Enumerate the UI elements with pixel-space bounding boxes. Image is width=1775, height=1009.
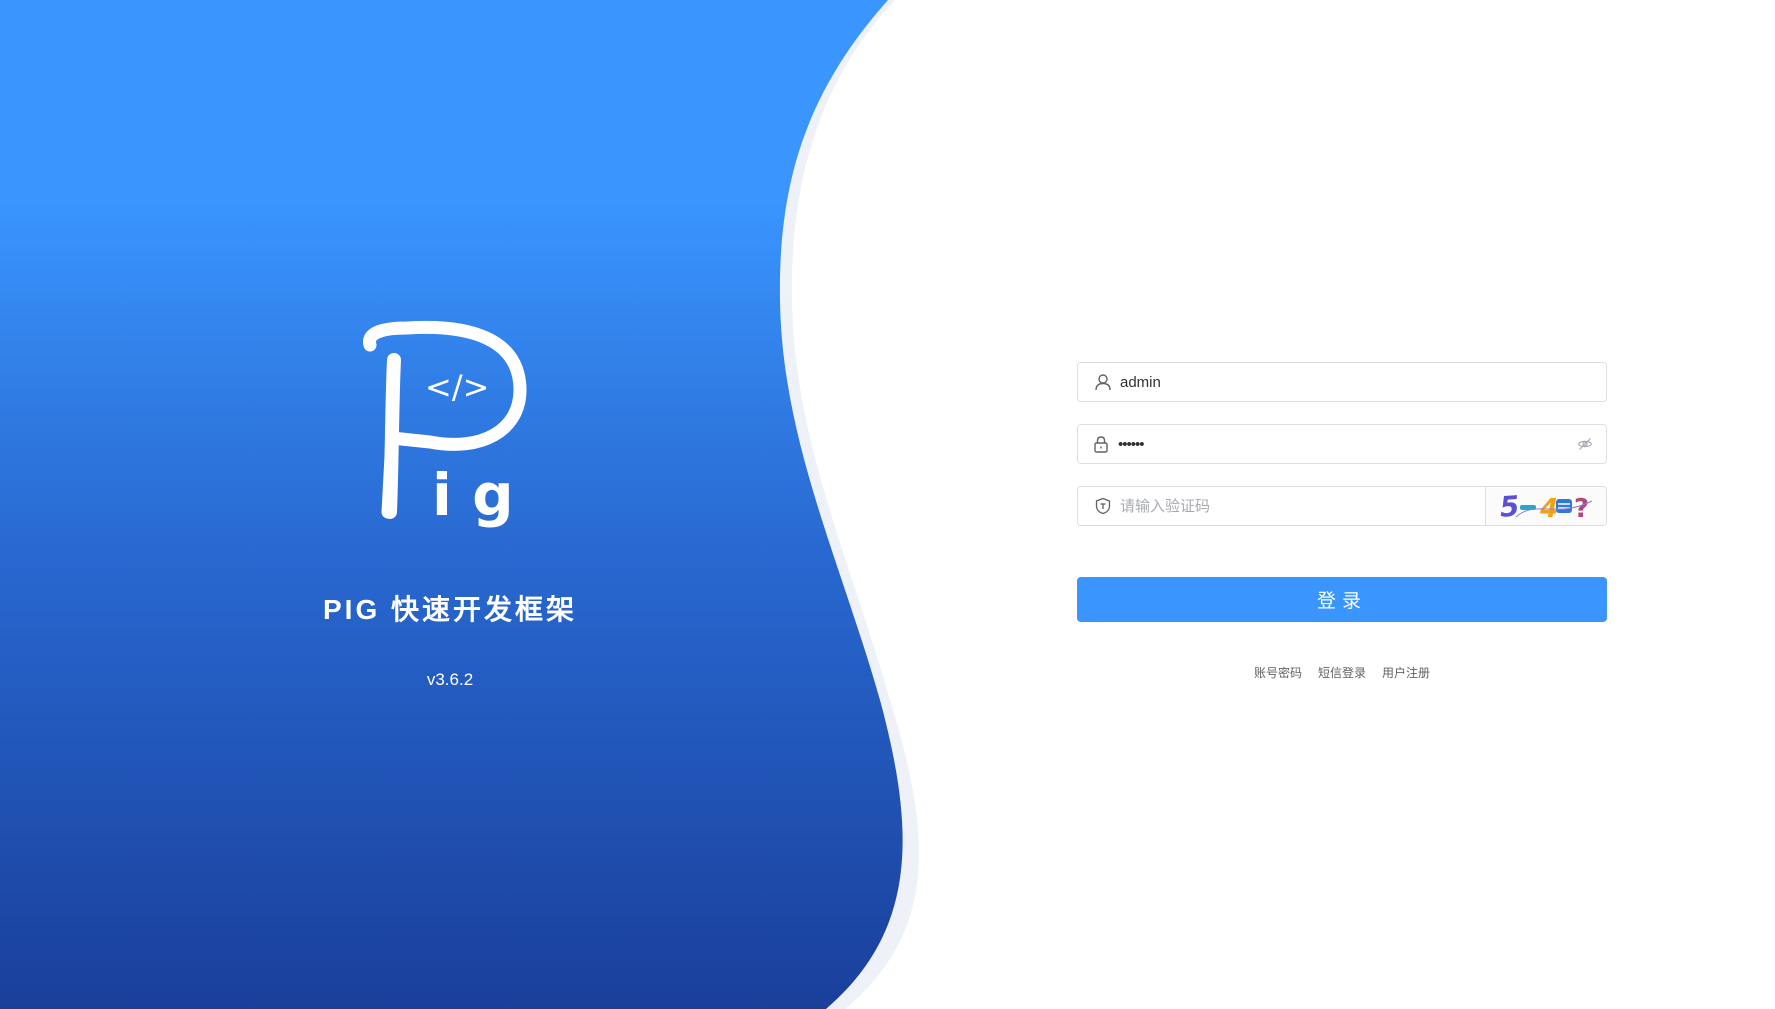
user-icon — [1094, 373, 1112, 391]
captcha-field[interactable] — [1077, 486, 1486, 526]
shield-icon — [1094, 497, 1112, 515]
password-field[interactable] — [1077, 424, 1607, 464]
login-page: </> i g PIG 快速开发框架 v3.6.2 admin •••••• 请… — [0, 0, 1775, 1009]
svg-text:i g: i g — [432, 461, 514, 529]
svg-text:5: 5 — [1499, 489, 1521, 523]
lock-icon — [1092, 435, 1110, 453]
login-type-links: 账号密码 短信登录 用户注册 — [1077, 664, 1607, 681]
captcha-row: 5 4 ? — [1077, 486, 1607, 526]
username-input[interactable] — [1120, 364, 1606, 400]
login-button[interactable]: 登录 — [1077, 577, 1607, 622]
svg-text:</>: </> — [425, 368, 489, 406]
captcha-image[interactable]: 5 4 ? — [1486, 486, 1607, 526]
svg-text:?: ? — [1574, 494, 1589, 523]
pig-logo: </> i g — [352, 320, 537, 535]
account-login-link[interactable]: 账号密码 — [1254, 664, 1302, 681]
password-input[interactable] — [1118, 426, 1576, 462]
brand-version: v3.6.2 — [426, 670, 474, 689]
username-field[interactable] — [1077, 362, 1607, 402]
sms-login-link[interactable]: 短信登录 — [1318, 664, 1366, 681]
brand-title: PIG 快速开发框架 — [322, 594, 577, 625]
register-link[interactable]: 用户注册 — [1382, 664, 1430, 681]
eye-off-icon[interactable] — [1576, 435, 1594, 453]
captcha-input[interactable] — [1120, 488, 1485, 524]
